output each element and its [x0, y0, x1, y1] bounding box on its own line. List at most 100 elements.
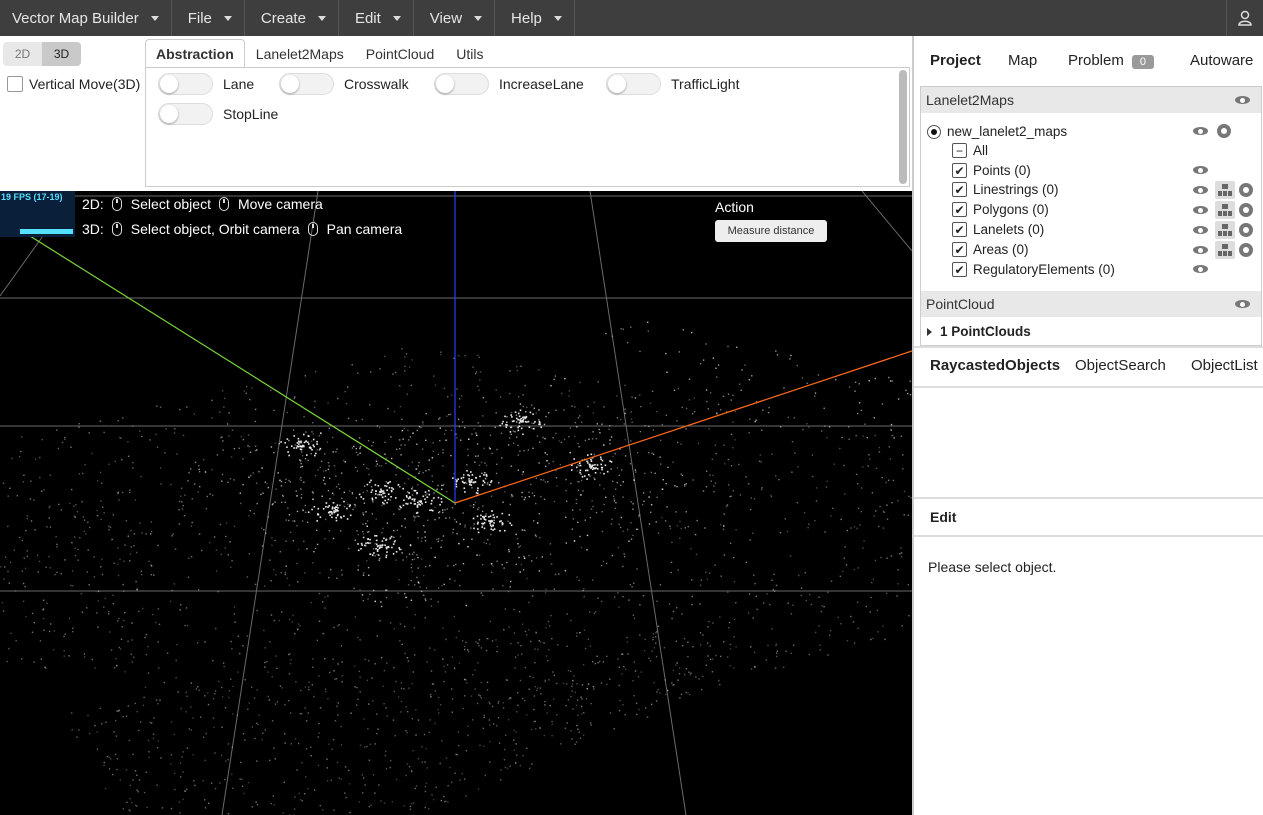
toggle-switch[interactable] [606, 73, 661, 95]
dim-3d-button[interactable]: 3D [42, 42, 81, 66]
gear-icon[interactable] [1239, 243, 1253, 257]
menu-view[interactable]: View [414, 0, 496, 36]
eye-icon[interactable] [1193, 165, 1208, 175]
eye-icon[interactable] [1193, 245, 1208, 255]
point [656, 691, 658, 693]
checkbox[interactable]: ✔ [952, 242, 967, 257]
point [473, 504, 475, 506]
3d-viewport[interactable]: 19 FPS (17-19) 2D: Select object Move ca… [0, 191, 912, 815]
gear-icon[interactable] [1239, 223, 1253, 237]
vertical-move-checkbox[interactable]: Vertical Move(3D) [7, 76, 140, 92]
layer-all[interactable]: − All [952, 143, 988, 158]
gear-icon[interactable] [1239, 203, 1253, 217]
point [586, 478, 588, 480]
tab-project[interactable]: Project [930, 52, 981, 69]
point [416, 443, 418, 445]
tab-objectsearch[interactable]: ObjectSearch [1075, 357, 1166, 374]
point [503, 629, 505, 631]
layer-points[interactable]: ✔ Points (0) [952, 163, 1031, 178]
point [327, 402, 329, 404]
eye-icon[interactable] [1193, 264, 1208, 274]
point [390, 436, 392, 438]
app-menu[interactable]: Vector Map Builder [0, 0, 172, 36]
user-button[interactable] [1226, 0, 1263, 36]
checkbox[interactable]: ✔ [952, 182, 967, 197]
dim-2d-button[interactable]: 2D [3, 42, 42, 66]
eye-icon[interactable] [1193, 185, 1208, 195]
toggle-stopline[interactable]: StopLine [158, 103, 278, 125]
point [687, 692, 689, 694]
checkbox[interactable]: ✔ [952, 262, 967, 277]
toggle-switch[interactable] [158, 103, 213, 125]
eye-icon[interactable] [1235, 299, 1250, 309]
hierarchy-icon[interactable] [1215, 181, 1235, 199]
tab-utils[interactable]: Utils [445, 39, 494, 68]
point [443, 680, 445, 683]
point [485, 542, 487, 545]
point [711, 458, 713, 460]
gear-icon[interactable] [1217, 124, 1231, 138]
radio-button[interactable] [927, 124, 941, 139]
layer-lanelets[interactable]: ✔ Lanelets (0) [952, 222, 1044, 237]
toggle-switch[interactable] [279, 73, 334, 95]
tab-abstraction[interactable]: Abstraction [145, 39, 245, 68]
checkbox[interactable]: ✔ [952, 202, 967, 217]
point [465, 750, 468, 752]
eye-icon[interactable] [1193, 225, 1208, 235]
pointcloud-item[interactable]: 1 PointClouds [927, 324, 1031, 339]
eye-icon[interactable] [1193, 205, 1208, 215]
toggle-crosswalk[interactable]: Crosswalk [279, 73, 409, 95]
menu-help[interactable]: Help [495, 0, 575, 36]
menu-create[interactable]: Create [245, 0, 339, 36]
tab-pointcloud[interactable]: PointCloud [355, 39, 446, 68]
layer-areas[interactable]: ✔ Areas (0) [952, 242, 1029, 257]
toggle-lane[interactable]: Lane [158, 73, 254, 95]
checkbox[interactable]: ✔ [952, 163, 967, 178]
tab-problem[interactable]: Problem 0 [1068, 52, 1154, 69]
point [411, 683, 413, 685]
toggle-switch[interactable] [158, 73, 213, 95]
map-item[interactable]: new_lanelet2_maps [927, 124, 1067, 139]
checkbox[interactable]: ✔ [952, 222, 967, 237]
layer-polygons[interactable]: ✔ Polygons (0) [952, 202, 1049, 217]
caret-right-icon[interactable] [927, 327, 932, 336]
hierarchy-icon[interactable] [1215, 221, 1235, 239]
point-cloud-canvas[interactable] [0, 191, 912, 815]
gear-icon[interactable] [1239, 183, 1253, 197]
tab-objectlist[interactable]: ObjectList [1191, 357, 1258, 374]
tab-raycastedobjects[interactable]: RaycastedObjects [930, 357, 1060, 374]
lanelet2maps-section[interactable]: Lanelet2Maps [921, 87, 1261, 113]
point [707, 408, 709, 410]
point [438, 517, 440, 519]
point [630, 501, 632, 503]
hierarchy-icon[interactable] [1215, 241, 1235, 259]
hierarchy-icon[interactable] [1215, 201, 1235, 219]
point [480, 518, 482, 520]
menu-edit[interactable]: Edit [339, 0, 414, 36]
measure-distance-button[interactable]: Measure distance [715, 220, 827, 242]
toggle-increaselane[interactable]: IncreaseLane [434, 73, 584, 95]
indeterminate-checkbox[interactable]: − [952, 143, 967, 158]
point [474, 669, 476, 671]
checkbox[interactable] [7, 76, 23, 92]
layer-regulatoryelements[interactable]: ✔ RegulatoryElements (0) [952, 262, 1115, 277]
point [277, 472, 279, 474]
tab-map[interactable]: Map [1008, 52, 1037, 69]
menu-file[interactable]: File [172, 0, 245, 36]
point [214, 690, 217, 692]
point [885, 481, 887, 484]
point [312, 438, 315, 441]
tab-lanelet2maps[interactable]: Lanelet2Maps [245, 39, 355, 68]
eye-icon[interactable] [1235, 95, 1250, 105]
toggle-switch[interactable] [434, 73, 489, 95]
tab-autoware[interactable]: Autoware [1190, 52, 1253, 69]
pointcloud-section[interactable]: PointCloud [921, 291, 1261, 317]
point [233, 525, 236, 528]
point [94, 725, 96, 727]
point [184, 624, 186, 627]
eye-icon[interactable] [1193, 126, 1208, 136]
toggle-trafficlight[interactable]: TrafficLight [606, 73, 739, 95]
scrollbar[interactable] [899, 70, 907, 184]
point [317, 764, 320, 767]
layer-linestrings[interactable]: ✔ Linestrings (0) [952, 182, 1059, 197]
